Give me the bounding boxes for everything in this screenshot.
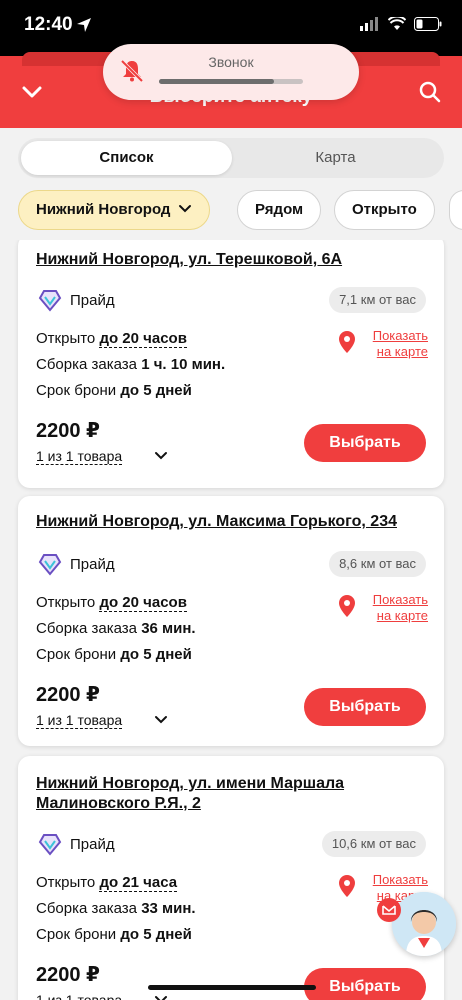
search-icon[interactable] <box>418 80 442 109</box>
choose-button[interactable]: Выбрать <box>304 968 426 1000</box>
goods-count[interactable]: 1 из 1 товара <box>36 712 123 729</box>
pharmacy-brand: Прайд <box>70 836 115 853</box>
filter-open[interactable]: Открыто <box>334 190 435 230</box>
status-icons <box>360 15 442 36</box>
home-indicator <box>148 985 316 990</box>
map-pin-icon[interactable] <box>338 594 356 623</box>
map-pin-icon[interactable] <box>338 330 356 359</box>
filter-city-label: Нижний Новгород <box>36 201 171 218</box>
goods-count[interactable]: 1 из 1 товара <box>36 448 123 465</box>
location-arrow-icon <box>76 17 92 38</box>
status-time: 12:40 <box>24 14 73 35</box>
mail-badge-icon[interactable] <box>377 898 401 922</box>
pharmacy-address[interactable]: Нижний Новгород, ул. имени Маршала Малин… <box>36 774 426 814</box>
pharmacy-card[interactable]: Нижний Новгород, ул. Терешковой, 6А Прай… <box>18 240 444 488</box>
choose-button[interactable]: Выбрать <box>304 688 426 726</box>
view-switcher: Список Карта <box>18 138 444 178</box>
pharmacy-list: Нижний Новгород, ул. Терешковой, 6А Прай… <box>0 240 462 1000</box>
filter-more[interactable] <box>449 190 462 230</box>
goods-count[interactable]: 1 из 1 товара <box>36 992 122 1000</box>
distance-badge: 10,6 км от вас <box>321 831 426 857</box>
open-hours: Открыто до 20 часов <box>36 594 187 612</box>
tab-list[interactable]: Список <box>21 141 232 175</box>
assistant-avatar-icon[interactable] <box>392 892 456 956</box>
filter-city[interactable]: Нижний Новгород <box>18 190 211 230</box>
distance-badge: 7,1 км от вас <box>329 287 426 313</box>
tab-map[interactable]: Карта <box>230 141 441 175</box>
signal-icon <box>360 17 380 36</box>
pharmacy-card[interactable]: Нижний Новгород, ул. Максима Горького, 2… <box>18 496 444 746</box>
show-on-map-link[interactable]: Показать на карте <box>364 328 428 360</box>
open-hours: Открыто до 21 часа <box>36 874 178 892</box>
reserve-period: Срок брони до 5 дней <box>36 646 192 663</box>
chevron-down-icon <box>178 191 192 229</box>
pride-logo-icon <box>38 288 62 317</box>
choose-button[interactable]: Выбрать <box>304 424 426 462</box>
map-pin-icon[interactable] <box>338 874 356 903</box>
chevron-down-icon[interactable] <box>154 448 168 467</box>
call-progress <box>159 79 303 84</box>
pride-logo-icon <box>38 552 62 581</box>
price: 2200 ₽ <box>36 964 100 986</box>
battery-icon <box>414 17 442 36</box>
reserve-period: Срок брони до 5 дней <box>36 926 192 943</box>
call-notification[interactable]: Звонок <box>103 44 359 100</box>
chevron-down-icon[interactable] <box>154 712 168 731</box>
call-label: Звонок <box>208 54 254 70</box>
pharmacy-brand: Прайд <box>70 292 115 309</box>
pharmacy-address[interactable]: Нижний Новгород, ул. Терешковой, 6А <box>36 250 426 270</box>
assembly-time: Сборка заказа 33 мин. <box>36 900 196 917</box>
pharmacy-address[interactable]: Нижний Новгород, ул. Максима Горького, 2… <box>36 512 426 532</box>
assembly-time: Сборка заказа 36 мин. <box>36 620 196 637</box>
chevron-down-icon[interactable] <box>154 992 168 1000</box>
assembly-time: Сборка заказа 1 ч. 10 мин. <box>36 356 226 373</box>
pharmacy-brand: Прайд <box>70 556 115 573</box>
show-on-map-link[interactable]: Показать на карте <box>364 592 428 624</box>
wifi-icon <box>387 15 407 36</box>
price: 2200 ₽ <box>36 684 100 706</box>
distance-badge: 8,6 км от вас <box>329 551 426 577</box>
reserve-period: Срок брони до 5 дней <box>36 382 192 399</box>
open-hours: Открыто до 20 часов <box>36 330 187 348</box>
filter-near[interactable]: Рядом <box>237 190 322 230</box>
pride-logo-icon <box>38 832 62 861</box>
price: 2200 ₽ <box>36 420 100 442</box>
pharmacy-card[interactable]: Нижний Новгород, ул. имени Маршала Малин… <box>18 756 444 1000</box>
